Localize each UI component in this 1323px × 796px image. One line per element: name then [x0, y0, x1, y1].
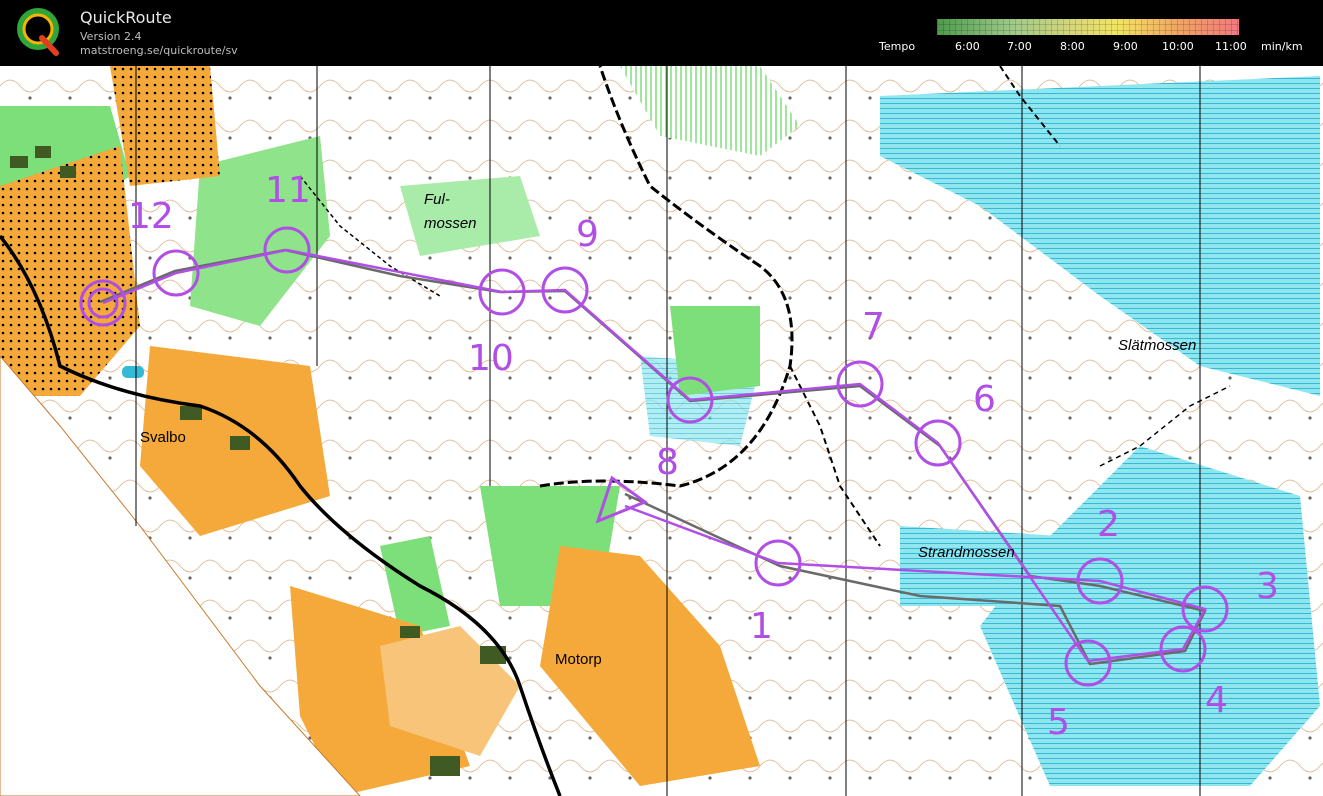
quickroute-window: QuickRoute Version 2.4 matstroeng.se/qui…	[0, 0, 1323, 796]
legend-tick: 11:00	[1215, 40, 1247, 53]
app-url: matstroeng.se/quickroute/sv	[80, 44, 238, 57]
legend-tick: 9:00	[1113, 40, 1138, 53]
control-number-8: 8	[656, 442, 679, 483]
quickroute-q-logo	[17, 8, 59, 56]
map-canvas[interactable]: 1 2 3 4 5 6 7 8 9 10 11 12 Ful- mossen S…	[0, 66, 1323, 796]
control-number-11: 11	[265, 170, 311, 211]
tempo-legend: Tempo 6:00 7:00 8:00 9:00 10:00 11:00 mi…	[875, 16, 1315, 61]
control-number-10: 10	[468, 338, 514, 379]
green-forest	[670, 306, 760, 396]
place-name-fulmossen-2: mossen	[424, 215, 477, 232]
header-bar: QuickRoute Version 2.4 matstroeng.se/qui…	[0, 0, 1323, 66]
legend-label: Tempo	[879, 40, 916, 53]
orienteering-map[interactable]: 1 2 3 4 5 6 7 8 9 10 11 12 Ful- mossen S…	[0, 66, 1323, 796]
tempo-color-scale	[937, 19, 1239, 35]
place-name-slatmossen: Slätmossen	[1118, 337, 1196, 354]
control-number-9: 9	[576, 214, 599, 255]
legend-tick: 7:00	[1007, 40, 1032, 53]
place-name-svalbo: Svalbo	[140, 429, 186, 446]
legend-tick: 10:00	[1162, 40, 1194, 53]
legend-unit: min/km	[1261, 40, 1303, 53]
place-name-fulmossen-1: Ful-	[424, 191, 450, 208]
app-version: Version 2.4	[80, 30, 142, 43]
app-title: QuickRoute	[80, 8, 172, 27]
place-name-motorp: Motorp	[555, 651, 602, 668]
control-number-6: 6	[973, 379, 996, 420]
legend-tick: 8:00	[1060, 40, 1085, 53]
control-number-12: 12	[128, 196, 174, 237]
control-number-2: 2	[1097, 504, 1120, 545]
control-number-3: 3	[1256, 566, 1279, 607]
pond	[122, 366, 144, 378]
legend-tick: 6:00	[955, 40, 980, 53]
place-name-strandmossen: Strandmossen	[918, 544, 1015, 561]
control-number-4: 4	[1205, 680, 1228, 721]
control-number-5: 5	[1047, 702, 1070, 743]
control-number-7: 7	[862, 306, 885, 347]
control-number-1: 1	[750, 606, 773, 647]
